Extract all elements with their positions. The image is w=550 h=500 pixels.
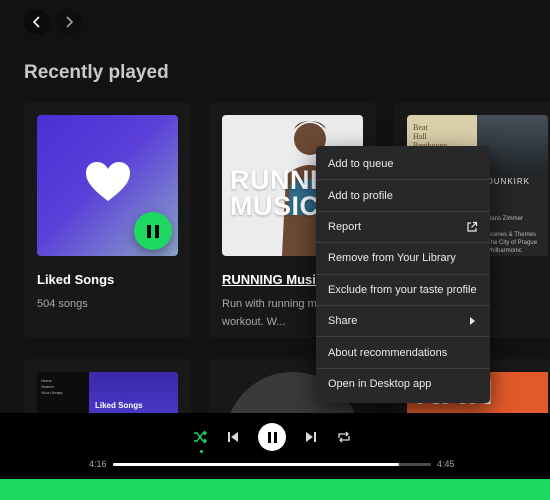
card-subtitle: 504 songs [37,298,88,310]
back-button[interactable] [24,9,50,35]
shuffle-icon [194,430,207,444]
thumb-label: Liked Songs [95,401,143,410]
menu-item-exclude-taste-profile[interactable]: Exclude from your taste profile [316,275,490,306]
repeat-button[interactable] [336,429,352,445]
cover-text: DUNKIRK [487,177,531,186]
chevron-left-icon [32,16,40,28]
time-elapsed: 4:16 [89,459,107,469]
thumb-menu-text: Home Search Your Library [41,378,63,395]
skip-back-icon [228,432,238,442]
progress-bar[interactable] [113,463,431,466]
time-total: 4:45 [437,459,455,469]
menu-item-report[interactable]: Report [316,212,490,244]
menu-item-remove-from-library[interactable]: Remove from Your Library [316,243,490,275]
open-app-banner[interactable] [0,479,550,500]
previous-button[interactable] [225,429,241,445]
menu-item-open-desktop-app[interactable]: Open in Desktop app [316,369,490,400]
repeat-icon [338,431,350,443]
heart-icon [86,162,130,201]
pause-button[interactable] [134,212,172,250]
context-menu: Add to queue Add to profile Report Remov… [316,146,490,403]
playback-controls [192,423,352,453]
pause-icon [267,431,271,443]
menu-item-add-to-queue[interactable]: Add to queue [316,149,490,181]
card-title[interactable]: Liked Songs [37,272,114,287]
chevron-right-icon [470,317,475,326]
menu-item-share[interactable]: Share [316,306,490,338]
cover-art [37,115,178,256]
card-row2-1[interactable]: Home Search Your Library Liked Songs [24,359,191,413]
menu-item-about-recommendations[interactable]: About recommendations [316,337,490,369]
forward-button[interactable] [56,9,82,35]
play-pause-button[interactable] [258,423,286,451]
card-liked-songs[interactable]: Liked Songs 504 songs [24,102,191,338]
pause-icon [147,224,151,238]
chevron-right-icon [66,16,74,28]
cover-art: Home Search Your Library Liked Songs [37,372,178,413]
progress-fill [113,463,400,466]
section-title: Recently played [24,62,169,83]
shuffle-button[interactable] [192,429,208,453]
shuffle-active-indicator [200,450,203,453]
menu-item-add-to-profile[interactable]: Add to profile [316,180,490,212]
main-view: Recently played Liked Songs 504 songs RU… [0,0,550,413]
player-bar: 4:16 4:45 [0,413,550,479]
skip-forward-icon [306,432,316,442]
card-title[interactable]: RUNNING Music [222,272,323,287]
next-button[interactable] [303,429,319,445]
external-link-icon [467,221,478,232]
cover-credits: Hans Zimmer Scenes & Themes The City of … [487,216,538,254]
